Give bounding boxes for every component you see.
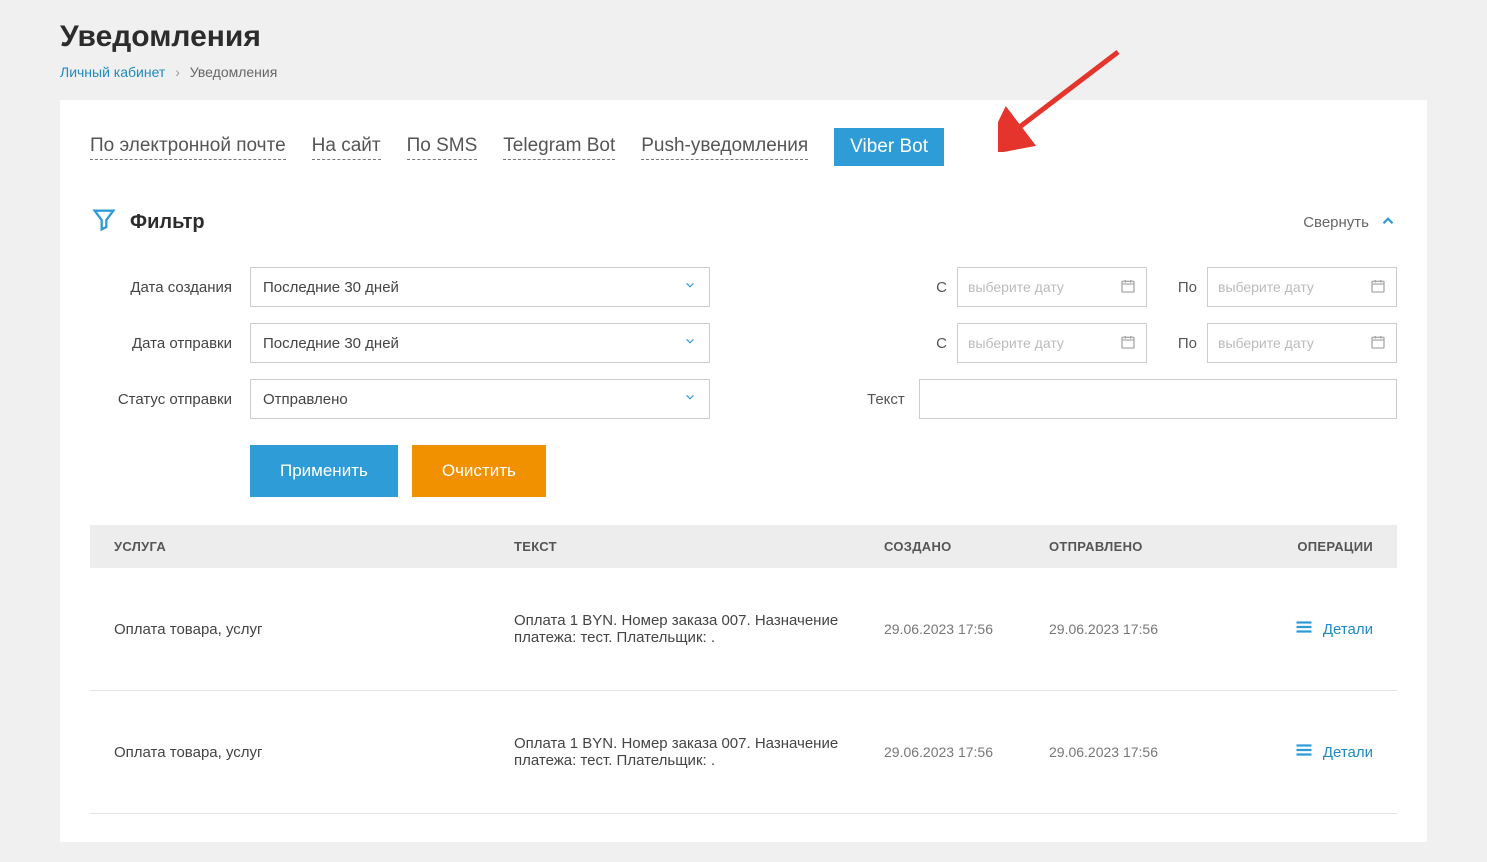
table-row: Оплата товара, услуг Оплата 1 BYN. Номер… [90, 568, 1397, 691]
apply-button[interactable]: Применить [250, 445, 398, 497]
chevron-down-icon [683, 390, 697, 408]
cell-sent: 29.06.2023 17:56 [1049, 744, 1244, 760]
tab-email[interactable]: По электронной почте [90, 135, 286, 160]
calendar-icon [1370, 334, 1386, 353]
date-created-from-placeholder: выберите дату [968, 279, 1064, 295]
select-status[interactable]: Отправлено [250, 379, 710, 419]
chevron-down-icon [683, 278, 697, 296]
label-date-created: Дата создания [90, 279, 250, 296]
cell-created: 29.06.2023 17:56 [884, 621, 1049, 637]
select-date-sent[interactable]: Последние 30 дней [250, 323, 710, 363]
date-sent-to[interactable]: выберите дату [1207, 323, 1397, 363]
breadcrumb: Личный кабинет › Уведомления [60, 64, 1427, 80]
table-row: Оплата товара, услуг Оплата 1 BYN. Номер… [90, 691, 1397, 814]
menu-icon [1295, 743, 1313, 761]
details-label: Детали [1323, 621, 1373, 638]
tab-telegram[interactable]: Telegram Bot [503, 135, 615, 160]
breadcrumb-separator: › [175, 64, 180, 80]
tab-viber[interactable]: Viber Bot [834, 128, 944, 166]
date-sent-from[interactable]: выберите дату [957, 323, 1147, 363]
filter-header: Фильтр Свернуть [90, 206, 1397, 239]
label-from-2: С [907, 335, 947, 352]
breadcrumb-home[interactable]: Личный кабинет [60, 64, 165, 80]
details-link[interactable]: Детали [1244, 743, 1373, 761]
date-created-to[interactable]: выберите дату [1207, 267, 1397, 307]
page-title: Уведомления [60, 20, 1427, 54]
select-status-value: Отправлено [263, 391, 348, 408]
results-table: УСЛУГА ТЕКСТ СОЗДАНО ОТПРАВЛЕНО ОПЕРАЦИИ… [90, 525, 1397, 814]
select-date-created[interactable]: Последние 30 дней [250, 267, 710, 307]
menu-icon [1295, 620, 1313, 638]
breadcrumb-current: Уведомления [190, 64, 278, 80]
details-label: Детали [1323, 744, 1373, 761]
collapse-toggle[interactable]: Свернуть [1303, 212, 1397, 234]
th-sent: ОТПРАВЛЕНО [1049, 539, 1244, 554]
filter-form: Дата создания Последние 30 дней С выбери… [90, 267, 1397, 419]
tab-push[interactable]: Push-уведомления [641, 135, 808, 160]
label-text: Текст [867, 391, 905, 408]
cell-text: Оплата 1 BYN. Номер заказа 007. Назначен… [514, 735, 884, 769]
date-created-from[interactable]: выберите дату [957, 267, 1147, 307]
chevron-up-icon [1379, 212, 1397, 234]
cell-sent: 29.06.2023 17:56 [1049, 621, 1244, 637]
cell-service: Оплата товара, услуг [114, 621, 514, 638]
select-date-sent-value: Последние 30 дней [263, 335, 399, 352]
cell-text: Оплата 1 BYN. Номер заказа 007. Назначен… [514, 612, 884, 646]
calendar-icon [1120, 278, 1136, 297]
label-from-1: С [907, 279, 947, 296]
th-text: ТЕКСТ [514, 539, 884, 554]
date-sent-to-placeholder: выберите дату [1218, 335, 1314, 351]
cell-created: 29.06.2023 17:56 [884, 744, 1049, 760]
tab-sms[interactable]: По SMS [407, 135, 478, 160]
tab-site[interactable]: На сайт [312, 135, 381, 160]
calendar-icon [1120, 334, 1136, 353]
tabs-bar: По электронной почте На сайт По SMS Tele… [90, 128, 1397, 166]
label-status: Статус отправки [90, 391, 250, 408]
clear-button[interactable]: Очистить [412, 445, 546, 497]
cell-service: Оплата товара, услуг [114, 744, 514, 761]
th-created: СОЗДАНО [884, 539, 1049, 554]
label-date-sent: Дата отправки [90, 335, 250, 352]
collapse-label: Свернуть [1303, 214, 1369, 231]
th-service: УСЛУГА [114, 539, 514, 554]
select-date-created-value: Последние 30 дней [263, 279, 399, 296]
text-input[interactable] [919, 379, 1397, 419]
date-created-to-placeholder: выберите дату [1218, 279, 1314, 295]
date-sent-from-placeholder: выберите дату [968, 335, 1064, 351]
calendar-icon [1370, 278, 1386, 297]
chevron-down-icon [683, 334, 697, 352]
table-header: УСЛУГА ТЕКСТ СОЗДАНО ОТПРАВЛЕНО ОПЕРАЦИИ [90, 525, 1397, 568]
filter-icon [90, 206, 118, 239]
filter-title: Фильтр [130, 211, 205, 234]
th-ops: ОПЕРАЦИИ [1244, 539, 1373, 554]
main-card: По электронной почте На сайт По SMS Tele… [60, 100, 1427, 842]
details-link[interactable]: Детали [1244, 620, 1373, 638]
label-to-1: По [1157, 279, 1197, 296]
label-to-2: По [1157, 335, 1197, 352]
